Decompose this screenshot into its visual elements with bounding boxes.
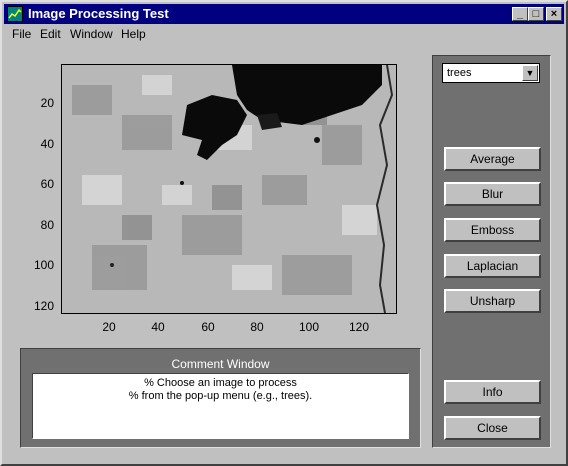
blur-button[interactable]: Blur xyxy=(444,182,541,206)
laplacian-button[interactable]: Laplacian xyxy=(444,254,541,278)
comment-title: Comment Window xyxy=(171,357,270,371)
maximize-button[interactable]: □ xyxy=(528,7,544,21)
x-tick-label: 100 xyxy=(298,320,320,334)
comment-line: % Choose an image to process xyxy=(144,377,297,389)
minimize-icon: _ xyxy=(516,8,524,20)
info-button[interactable]: Info xyxy=(444,380,541,404)
x-tick-label: 80 xyxy=(250,320,264,334)
y-tick-label: 120 xyxy=(33,299,54,313)
menu-window[interactable]: Window xyxy=(70,27,113,41)
x-tick-label: 20 xyxy=(102,320,116,334)
menu-file[interactable]: File xyxy=(12,27,31,41)
title-bar[interactable]: Image Processing Test _ □ × xyxy=(4,4,564,24)
comment-text-box[interactable]: % Choose an image to process % from the … xyxy=(32,373,409,439)
close-app-button[interactable]: Close xyxy=(444,416,541,440)
app-icon xyxy=(7,6,23,22)
menu-help[interactable]: Help xyxy=(121,27,146,41)
close-icon: × xyxy=(550,8,558,20)
minimize-button[interactable]: _ xyxy=(512,7,528,21)
y-tick-label: 60 xyxy=(40,177,54,191)
image-axes[interactable] xyxy=(61,64,397,314)
close-button[interactable]: × xyxy=(546,7,562,21)
y-tick-label: 80 xyxy=(40,218,54,232)
y-tick-label: 40 xyxy=(40,137,54,151)
average-button[interactable]: Average xyxy=(444,147,541,171)
window-title: Image Processing Test xyxy=(28,6,169,21)
x-tick-label: 60 xyxy=(201,320,215,334)
maximize-icon: □ xyxy=(532,8,540,20)
x-tick-label: 40 xyxy=(151,320,165,334)
unsharp-button[interactable]: Unsharp xyxy=(444,289,541,313)
x-tick-label: 120 xyxy=(348,320,370,334)
menu-bar: File Edit Window Help xyxy=(4,24,564,44)
image-select-popup[interactable]: trees ▼ xyxy=(442,63,540,83)
image-display xyxy=(62,65,396,313)
comment-line: % from the pop-up menu (e.g., trees). xyxy=(128,390,313,402)
dropdown-arrow-icon[interactable]: ▼ xyxy=(522,65,538,81)
popup-value: trees xyxy=(447,67,472,79)
y-tick-label: 100 xyxy=(33,258,54,272)
y-tick-label: 20 xyxy=(40,96,54,110)
menu-edit[interactable]: Edit xyxy=(40,27,61,41)
emboss-button[interactable]: Emboss xyxy=(444,218,541,242)
